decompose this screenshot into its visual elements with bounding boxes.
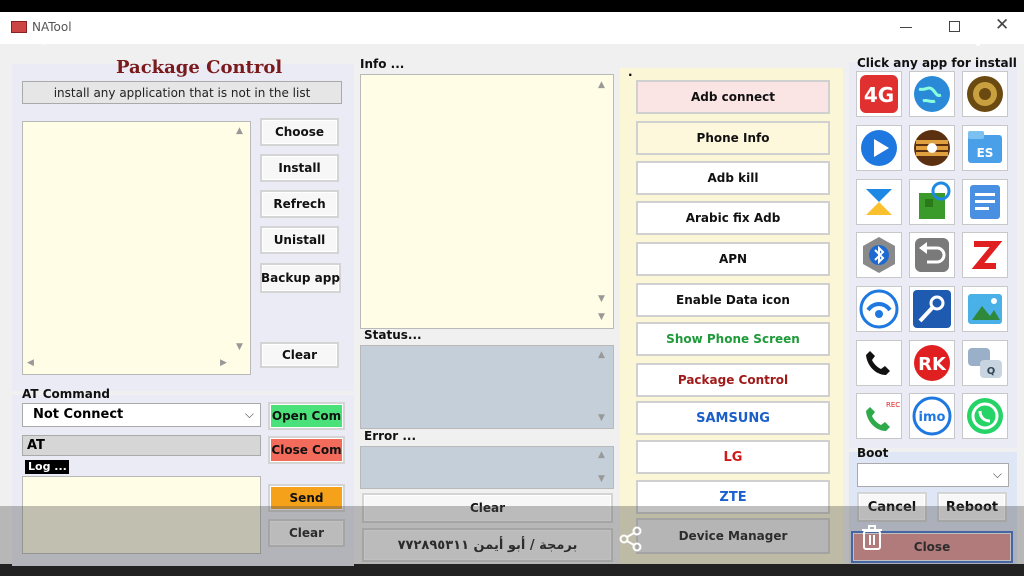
- info-box[interactable]: [360, 74, 614, 329]
- apn-button[interactable]: APN: [636, 242, 830, 276]
- apps-title: Click any app for install: [857, 56, 1017, 70]
- at-input[interactable]: AT: [22, 435, 261, 456]
- status-scroll-down-icon[interactable]: ▼: [598, 413, 605, 423]
- info-scroll-down-icon-2[interactable]: ▼: [598, 312, 605, 322]
- app-window: NATool ✕ Package Control install any app…: [0, 12, 1024, 566]
- messenger-icon[interactable]: Q: [962, 340, 1008, 386]
- trash-icon[interactable]: [860, 524, 884, 552]
- video-player-icon[interactable]: [856, 125, 902, 171]
- info-label: Info ...: [360, 57, 405, 71]
- uninstall-button[interactable]: Unistall: [260, 226, 339, 254]
- scroll-down-icon[interactable]: ▼: [236, 342, 243, 352]
- port-select-value: Not Connect: [33, 407, 124, 422]
- info-scroll-down-icon[interactable]: ▼: [598, 294, 605, 304]
- globe-icon[interactable]: [909, 71, 955, 117]
- package-control-button[interactable]: Package Control: [636, 363, 830, 397]
- svg-text:4G: 4G: [864, 83, 894, 107]
- adb-connect-button[interactable]: Adb connect: [636, 80, 830, 114]
- svg-text:Q: Q: [987, 366, 996, 377]
- status-label: Status...: [364, 328, 422, 342]
- lg-button[interactable]: LG: [636, 440, 830, 474]
- choose-button[interactable]: Choose: [260, 118, 339, 146]
- phone-icon[interactable]: [856, 340, 902, 386]
- boot-label: Boot: [857, 446, 889, 460]
- enable-data-icon-button[interactable]: Enable Data icon: [636, 283, 830, 317]
- install-button[interactable]: Install: [260, 154, 339, 182]
- 4g-icon[interactable]: 4G: [856, 71, 902, 117]
- share-icon[interactable]: [618, 526, 644, 552]
- error-box[interactable]: [360, 446, 614, 489]
- app-icon: [11, 21, 27, 33]
- call-recorder-icon[interactable]: REC: [856, 393, 902, 439]
- rk-icon[interactable]: RK: [909, 340, 955, 386]
- recycle-icon[interactable]: [909, 179, 955, 225]
- xender-icon[interactable]: [856, 179, 902, 225]
- refresh-button[interactable]: Refrech: [260, 190, 339, 218]
- close-icon[interactable]: ✕: [995, 15, 1009, 35]
- status-box[interactable]: [360, 345, 614, 429]
- shareit-icon[interactable]: [856, 286, 902, 332]
- svg-text:imo: imo: [919, 410, 946, 425]
- backup-app-button[interactable]: Backup app: [260, 263, 341, 293]
- maximize-icon[interactable]: [949, 21, 960, 32]
- chevron-down-icon: ⌵: [244, 407, 254, 421]
- title-bar: NATool ✕: [0, 12, 1024, 44]
- quran-icon[interactable]: [962, 71, 1008, 117]
- scroll-up-icon[interactable]: ▲: [236, 126, 243, 136]
- undo-icon[interactable]: [909, 232, 955, 278]
- status-scroll-up-icon[interactable]: ▲: [598, 350, 605, 360]
- zapya-icon[interactable]: [962, 232, 1008, 278]
- package-control-title: Package Control: [116, 57, 283, 78]
- whatsapp-icon[interactable]: [962, 393, 1008, 439]
- info-scroll-up-icon[interactable]: ▲: [598, 80, 605, 90]
- back-arrow-icon[interactable]: ‹: [36, 24, 46, 54]
- at-command-label: AT Command: [22, 387, 111, 401]
- svg-text:ES: ES: [977, 146, 994, 160]
- open-com-button[interactable]: Open Com: [268, 402, 345, 430]
- boot-chevron-down-icon: ⌵: [992, 467, 1002, 481]
- more-options-icon[interactable]: [976, 26, 981, 46]
- log-label: Log ...: [25, 460, 69, 474]
- imo-icon[interactable]: imo: [909, 393, 955, 439]
- samsung-button[interactable]: SAMSUNG: [636, 401, 830, 435]
- tools-icon[interactable]: [909, 286, 955, 332]
- files-icon[interactable]: [909, 125, 955, 171]
- minimize-icon[interactable]: [900, 27, 912, 28]
- bluetooth-icon[interactable]: [856, 232, 902, 278]
- gallery-icon[interactable]: [962, 286, 1008, 332]
- port-select[interactable]: Not Connect ⌵: [22, 403, 261, 427]
- svg-text:REC: REC: [886, 401, 900, 409]
- arabic-fix-adb-button[interactable]: Arabic fix Adb: [636, 201, 830, 235]
- svg-text:RK: RK: [918, 354, 947, 375]
- es-file-explorer-icon[interactable]: ES: [962, 125, 1008, 171]
- package-list[interactable]: [22, 121, 251, 375]
- package-clear-button[interactable]: Clear: [260, 342, 339, 368]
- error-label: Error ...: [364, 429, 417, 443]
- package-hint: install any application that is not in t…: [22, 81, 342, 104]
- dot-label: .: [628, 65, 633, 79]
- boot-select[interactable]: ⌵: [857, 463, 1009, 487]
- docs-icon[interactable]: [962, 179, 1008, 225]
- error-scroll-up-icon[interactable]: ▲: [598, 450, 605, 460]
- scroll-left-icon[interactable]: ◀: [27, 358, 34, 368]
- close-com-button[interactable]: Close Com: [268, 436, 345, 464]
- phone-info-button[interactable]: Phone Info: [636, 121, 830, 155]
- show-phone-screen-button[interactable]: Show Phone Screen: [636, 322, 830, 356]
- error-scroll-down-icon[interactable]: ▼: [598, 474, 605, 484]
- scroll-right-icon[interactable]: ▶: [220, 358, 227, 368]
- adb-kill-button[interactable]: Adb kill: [636, 161, 830, 195]
